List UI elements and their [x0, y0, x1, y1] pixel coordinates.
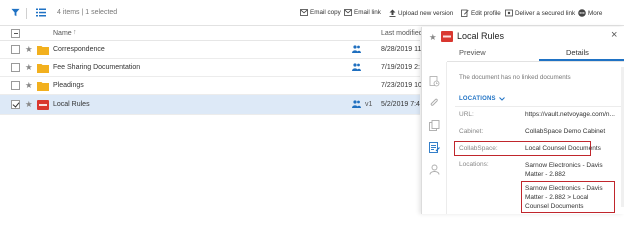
folder-icon — [37, 81, 49, 93]
favorite-star-icon[interactable]: ★ — [25, 44, 33, 54]
favorite-star-icon[interactable]: ★ — [25, 80, 33, 90]
row-checkbox[interactable] — [11, 63, 20, 72]
upload-new-version-button[interactable]: Upload new version — [389, 9, 453, 17]
collabspace-label: CollabSpace: — [459, 145, 498, 152]
column-header-last-modified[interactable]: Last modified — [381, 30, 423, 37]
row-modified-date: 7/23/2019 10 — [381, 82, 422, 89]
row-checkbox[interactable] — [11, 81, 20, 90]
tab-details[interactable]: Details — [566, 48, 589, 57]
location-item[interactable]: Sarnow Electronics - Davis Matter - 2.88… — [525, 161, 621, 179]
row-name[interactable]: Local Rules — [53, 101, 90, 108]
url-label: URL: — [459, 111, 474, 118]
email-link-icon — [344, 9, 352, 16]
document-details-icon[interactable] — [429, 142, 440, 155]
edit-profile-icon — [461, 9, 469, 17]
list-row-fee-sharing-documentation[interactable]: ★ Fee Sharing Documentation 7/19/2019 2: — [0, 59, 420, 77]
attachment-icon[interactable] — [429, 98, 440, 111]
detail-title: Local Rules — [457, 31, 505, 41]
location-item[interactable]: Sarnow Electronics - Davis Matter - 2.88… — [525, 184, 613, 211]
row-checkbox[interactable] — [11, 45, 20, 54]
list-row-correspondence[interactable]: ★ Correspondence 8/28/2019 11 — [0, 41, 422, 59]
column-header-name[interactable]: Name — [53, 30, 72, 37]
list-header: Name ↑ Last modified — [0, 27, 423, 41]
filter-icon[interactable] — [11, 8, 20, 19]
detail-tabs: Preview Details — [447, 45, 624, 61]
row-modified-date: 7/19/2019 2: — [381, 64, 420, 71]
pdf-file-icon — [37, 100, 49, 112]
locations-section-toggle[interactable]: LOCATIONS — [459, 96, 505, 102]
more-icon — [578, 9, 586, 17]
pdf-file-icon — [441, 31, 453, 44]
favorite-star-icon[interactable]: ★ — [25, 62, 33, 72]
upload-icon — [389, 9, 396, 17]
email-link-button[interactable]: Email link — [344, 9, 381, 16]
shared-users-icon — [352, 100, 361, 110]
favorite-star-icon[interactable]: ★ — [25, 99, 33, 109]
deliver-secured-link-label: Deliver a secured link — [515, 9, 576, 17]
folder-icon — [37, 45, 49, 57]
document-list: Name ↑ Last modified ★ Correspondence 8/… — [0, 27, 423, 214]
email-copy-label: Email copy — [310, 9, 341, 16]
toolbar-divider — [26, 8, 27, 19]
shared-users-icon — [352, 63, 361, 73]
details-panel: ★ Local Rules × Preview Details The docu… — [421, 27, 624, 214]
email-link-label: Email link — [354, 9, 381, 16]
row-name[interactable]: Pleadings — [53, 82, 84, 89]
edit-profile-label: Edit profile — [471, 9, 501, 17]
tab-preview[interactable]: Preview — [459, 48, 486, 57]
edit-profile-button[interactable]: Edit profile — [461, 9, 501, 17]
locations-header: LOCATIONS — [459, 96, 496, 102]
row-version: v1 — [365, 101, 373, 108]
row-checkbox-checked[interactable] — [11, 100, 20, 109]
email-copy-icon — [300, 9, 308, 16]
url-value[interactable]: https://vault.netvoyage.com/n... — [525, 111, 615, 118]
favorite-star-icon[interactable]: ★ — [429, 32, 437, 43]
row-modified-date: 8/28/2019 11 — [381, 46, 422, 53]
list-row-local-rules[interactable]: ★ Local Rules v1 5/2/2019 7:4 — [0, 95, 420, 115]
chevron-down-icon — [498, 97, 505, 101]
cabinet-label: Cabinet: — [459, 128, 484, 135]
upload-new-version-label: Upload new version — [398, 9, 454, 17]
history-icon[interactable] — [429, 76, 440, 89]
user-icon[interactable] — [429, 164, 440, 177]
details-content: The document has no linked documents LOC… — [447, 62, 624, 214]
cabinet-value: CollabSpace Demo Cabinet — [525, 128, 606, 135]
collabspace-value: Local Counsel Documents — [525, 145, 601, 152]
row-modified-date: 5/2/2019 7:4 — [381, 101, 420, 108]
toolbar: 4 items | 1 selected Email copy Email li… — [0, 0, 624, 26]
row-name[interactable]: Correspondence — [53, 46, 105, 53]
folder-icon — [37, 63, 49, 75]
close-icon[interactable]: × — [611, 30, 617, 41]
section-divider — [455, 106, 624, 107]
copy-icon[interactable] — [429, 120, 440, 133]
email-copy-button[interactable]: Email copy — [300, 9, 341, 16]
sort-ascending-icon[interactable]: ↑ — [73, 29, 77, 36]
deliver-link-icon — [505, 9, 513, 17]
more-button[interactable]: More — [578, 9, 602, 17]
selection-count: 4 items | 1 selected — [57, 9, 118, 16]
no-linked-documents-text: The document has no linked documents — [459, 74, 571, 81]
select-all-checkbox[interactable] — [11, 29, 20, 38]
locations-label: Locations: — [459, 161, 489, 168]
deliver-secured-link-button[interactable]: Deliver a secured link — [505, 9, 575, 17]
more-label: More — [588, 9, 603, 17]
detail-icon-rail — [422, 62, 447, 214]
list-row-pleadings[interactable]: ★ Pleadings 7/23/2019 10 — [0, 77, 422, 95]
list-view-icon[interactable] — [36, 8, 46, 19]
row-name[interactable]: Fee Sharing Documentation — [53, 64, 140, 71]
shared-users-icon — [352, 45, 361, 55]
